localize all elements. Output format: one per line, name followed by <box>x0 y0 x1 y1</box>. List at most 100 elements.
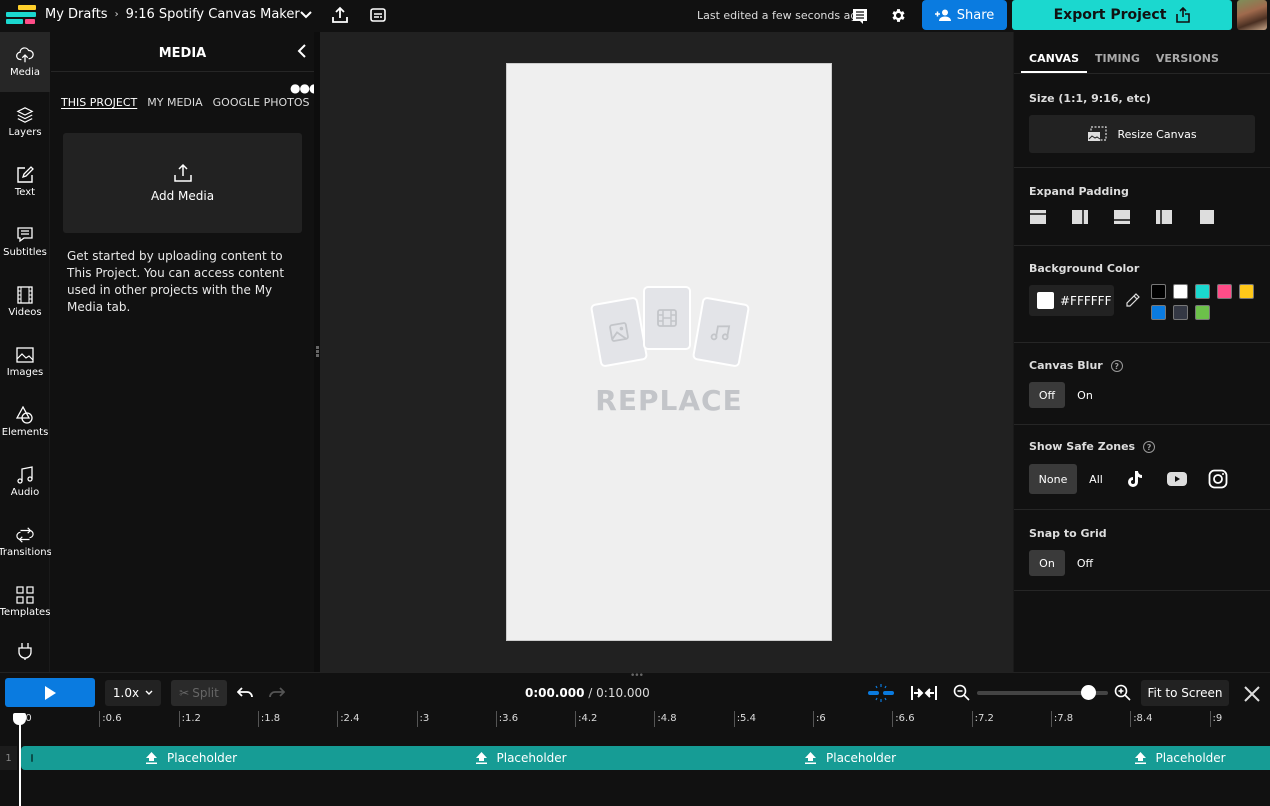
instagram-icon[interactable] <box>1208 469 1228 489</box>
color-swatch[interactable] <box>1151 305 1166 320</box>
color-swatch[interactable] <box>1195 305 1210 320</box>
eyedropper-icon[interactable] <box>1125 292 1141 308</box>
youtube-icon[interactable] <box>1166 471 1188 487</box>
clip-placeholder[interactable]: Placeholder <box>805 746 896 770</box>
collapse-panel-chevron-left-icon[interactable] <box>295 43 309 59</box>
comment-icon[interactable] <box>851 7 869 25</box>
snap-on[interactable]: On <box>1029 550 1065 576</box>
tab-versions[interactable]: VERSIONS <box>1156 52 1219 73</box>
settings-gear-icon[interactable] <box>889 6 907 24</box>
tiktok-icon[interactable] <box>1124 469 1144 489</box>
color-swatch[interactable] <box>1151 284 1166 299</box>
film-icon <box>657 309 677 327</box>
color-swatch[interactable] <box>1217 284 1232 299</box>
chevron-down-icon <box>145 690 153 695</box>
color-swatch[interactable] <box>1239 284 1254 299</box>
track-1-clip[interactable]: Placeholder Placeholder Placeholder Placeho… <box>21 746 1270 770</box>
tab-google-photos[interactable]: GOOGLE PHOTOS <box>213 96 310 109</box>
ruler-tick: :7.8 <box>1050 711 1073 727</box>
fit-clips-icon[interactable] <box>910 685 938 701</box>
share-button[interactable]: Share <box>922 0 1007 30</box>
upload-icon[interactable] <box>331 5 349 25</box>
canvas[interactable]: REPLACE <box>506 63 832 641</box>
safe-zones-all[interactable]: All <box>1082 464 1110 494</box>
play-button[interactable] <box>5 678 95 707</box>
upload-icon <box>805 752 816 764</box>
rail-item-images[interactable]: Images <box>0 332 50 392</box>
project-title[interactable]: 9:16 Spotify Canvas Maker <box>126 7 300 22</box>
breadcrumb-my-drafts[interactable]: My Drafts <box>45 7 108 22</box>
help-icon[interactable]: ? <box>1110 360 1123 372</box>
padding-left-icon[interactable] <box>1155 209 1173 225</box>
clip-trim-handle[interactable] <box>31 754 33 762</box>
rail-item-videos[interactable]: Videos <box>0 272 50 332</box>
playback-time: 0:00.000 / 0:10.000 <box>525 686 650 700</box>
tab-timing[interactable]: TIMING <box>1095 52 1140 73</box>
tab-my-media[interactable]: MY MEDIA <box>147 96 202 109</box>
resize-canvas-button[interactable]: Resize Canvas <box>1029 115 1255 153</box>
rail-label: Text <box>14 187 36 198</box>
rail-item-transitions[interactable]: Transitions <box>0 512 52 572</box>
export-project-button[interactable]: Export Project <box>1012 0 1232 30</box>
resize-canvas-label: Resize Canvas <box>1117 127 1197 141</box>
playhead-handle[interactable] <box>13 713 26 725</box>
color-swatch[interactable] <box>1195 284 1210 299</box>
total-time: 0:10.000 <box>596 686 650 700</box>
ruler-tick: :0.6 <box>99 711 122 727</box>
ruler-tick: :8.4 <box>1130 711 1152 727</box>
rail-item-text[interactable]: Text <box>0 152 50 212</box>
clip-placeholder[interactable]: Placeholder <box>475 746 567 770</box>
redo-icon[interactable] <box>269 686 285 700</box>
app-logo[interactable] <box>6 5 36 27</box>
color-swatch[interactable] <box>1173 305 1188 320</box>
zoom-out-icon[interactable] <box>953 684 971 702</box>
timeline-resize-handle-icon[interactable]: ••• <box>630 671 644 681</box>
canvas-blur-off[interactable]: Off <box>1029 382 1065 408</box>
split-button[interactable]: ✂ Split <box>171 680 227 706</box>
music-icon <box>17 466 33 484</box>
ruler-tick: :7.2 <box>971 711 994 727</box>
padding-all-icon[interactable] <box>1198 209 1216 225</box>
background-color-input[interactable]: #FFFFFF <box>1029 285 1114 316</box>
padding-top-icon[interactable] <box>1029 209 1047 225</box>
zoom-in-icon[interactable] <box>1114 684 1132 702</box>
zoom-slider[interactable] <box>977 685 1108 700</box>
tab-this-project[interactable]: THIS PROJECT <box>61 96 137 109</box>
drag-handle-icon[interactable] <box>316 346 319 358</box>
add-media-button[interactable]: Add Media <box>63 133 302 233</box>
upload-icon <box>475 752 487 764</box>
size-label: Size (1:1, 9:16, etc) <box>1029 92 1151 105</box>
padding-right-icon[interactable] <box>1071 209 1089 225</box>
rail-item-templates[interactable]: Templates <box>0 572 50 632</box>
timeline-ruler[interactable]: :0:0.6:1.2:1.8:2.4:3:3.6:4.2:4.8:5.4:6:6… <box>0 711 1270 727</box>
safe-zones-none[interactable]: None <box>1029 464 1077 494</box>
ruler-tick: :1.8 <box>257 711 280 727</box>
help-icon[interactable]: ? <box>1143 441 1156 453</box>
ruler-tick: :6 <box>813 711 826 727</box>
clip-placeholder[interactable]: Placeholder <box>1134 746 1226 770</box>
rail-item-elements[interactable]: Elements <box>0 392 50 452</box>
playback-speed-select[interactable]: 1.0x <box>105 680 161 706</box>
snap-off[interactable]: Off <box>1069 550 1101 576</box>
subtitles-icon[interactable] <box>369 7 387 23</box>
canvas-blur-on[interactable]: On <box>1069 382 1101 408</box>
user-avatar[interactable] <box>1237 0 1267 30</box>
video-card <box>643 286 691 350</box>
rail-item-subtitles[interactable]: Subtitles <box>0 212 50 272</box>
chevron-down-icon[interactable] <box>298 7 314 23</box>
playhead[interactable] <box>19 717 21 806</box>
snap-timeline-icon[interactable] <box>867 684 895 702</box>
color-swatch[interactable] <box>1173 284 1188 299</box>
padding-bottom-icon[interactable] <box>1113 209 1131 225</box>
rail-item-layers[interactable]: Layers <box>0 92 50 152</box>
fit-to-screen-button[interactable]: Fit to Screen <box>1141 680 1229 706</box>
tab-canvas[interactable]: CANVAS <box>1021 52 1087 73</box>
rail-item-media[interactable]: Media <box>0 32 50 92</box>
zoom-slider-knob[interactable] <box>1081 685 1097 700</box>
rail-item-plugins[interactable] <box>0 642 50 672</box>
close-icon[interactable] <box>1243 685 1261 703</box>
share-label: Share <box>956 7 995 23</box>
rail-item-audio[interactable]: Audio <box>0 452 50 512</box>
clip-placeholder[interactable]: Placeholder <box>146 746 237 770</box>
undo-icon[interactable] <box>237 686 253 700</box>
